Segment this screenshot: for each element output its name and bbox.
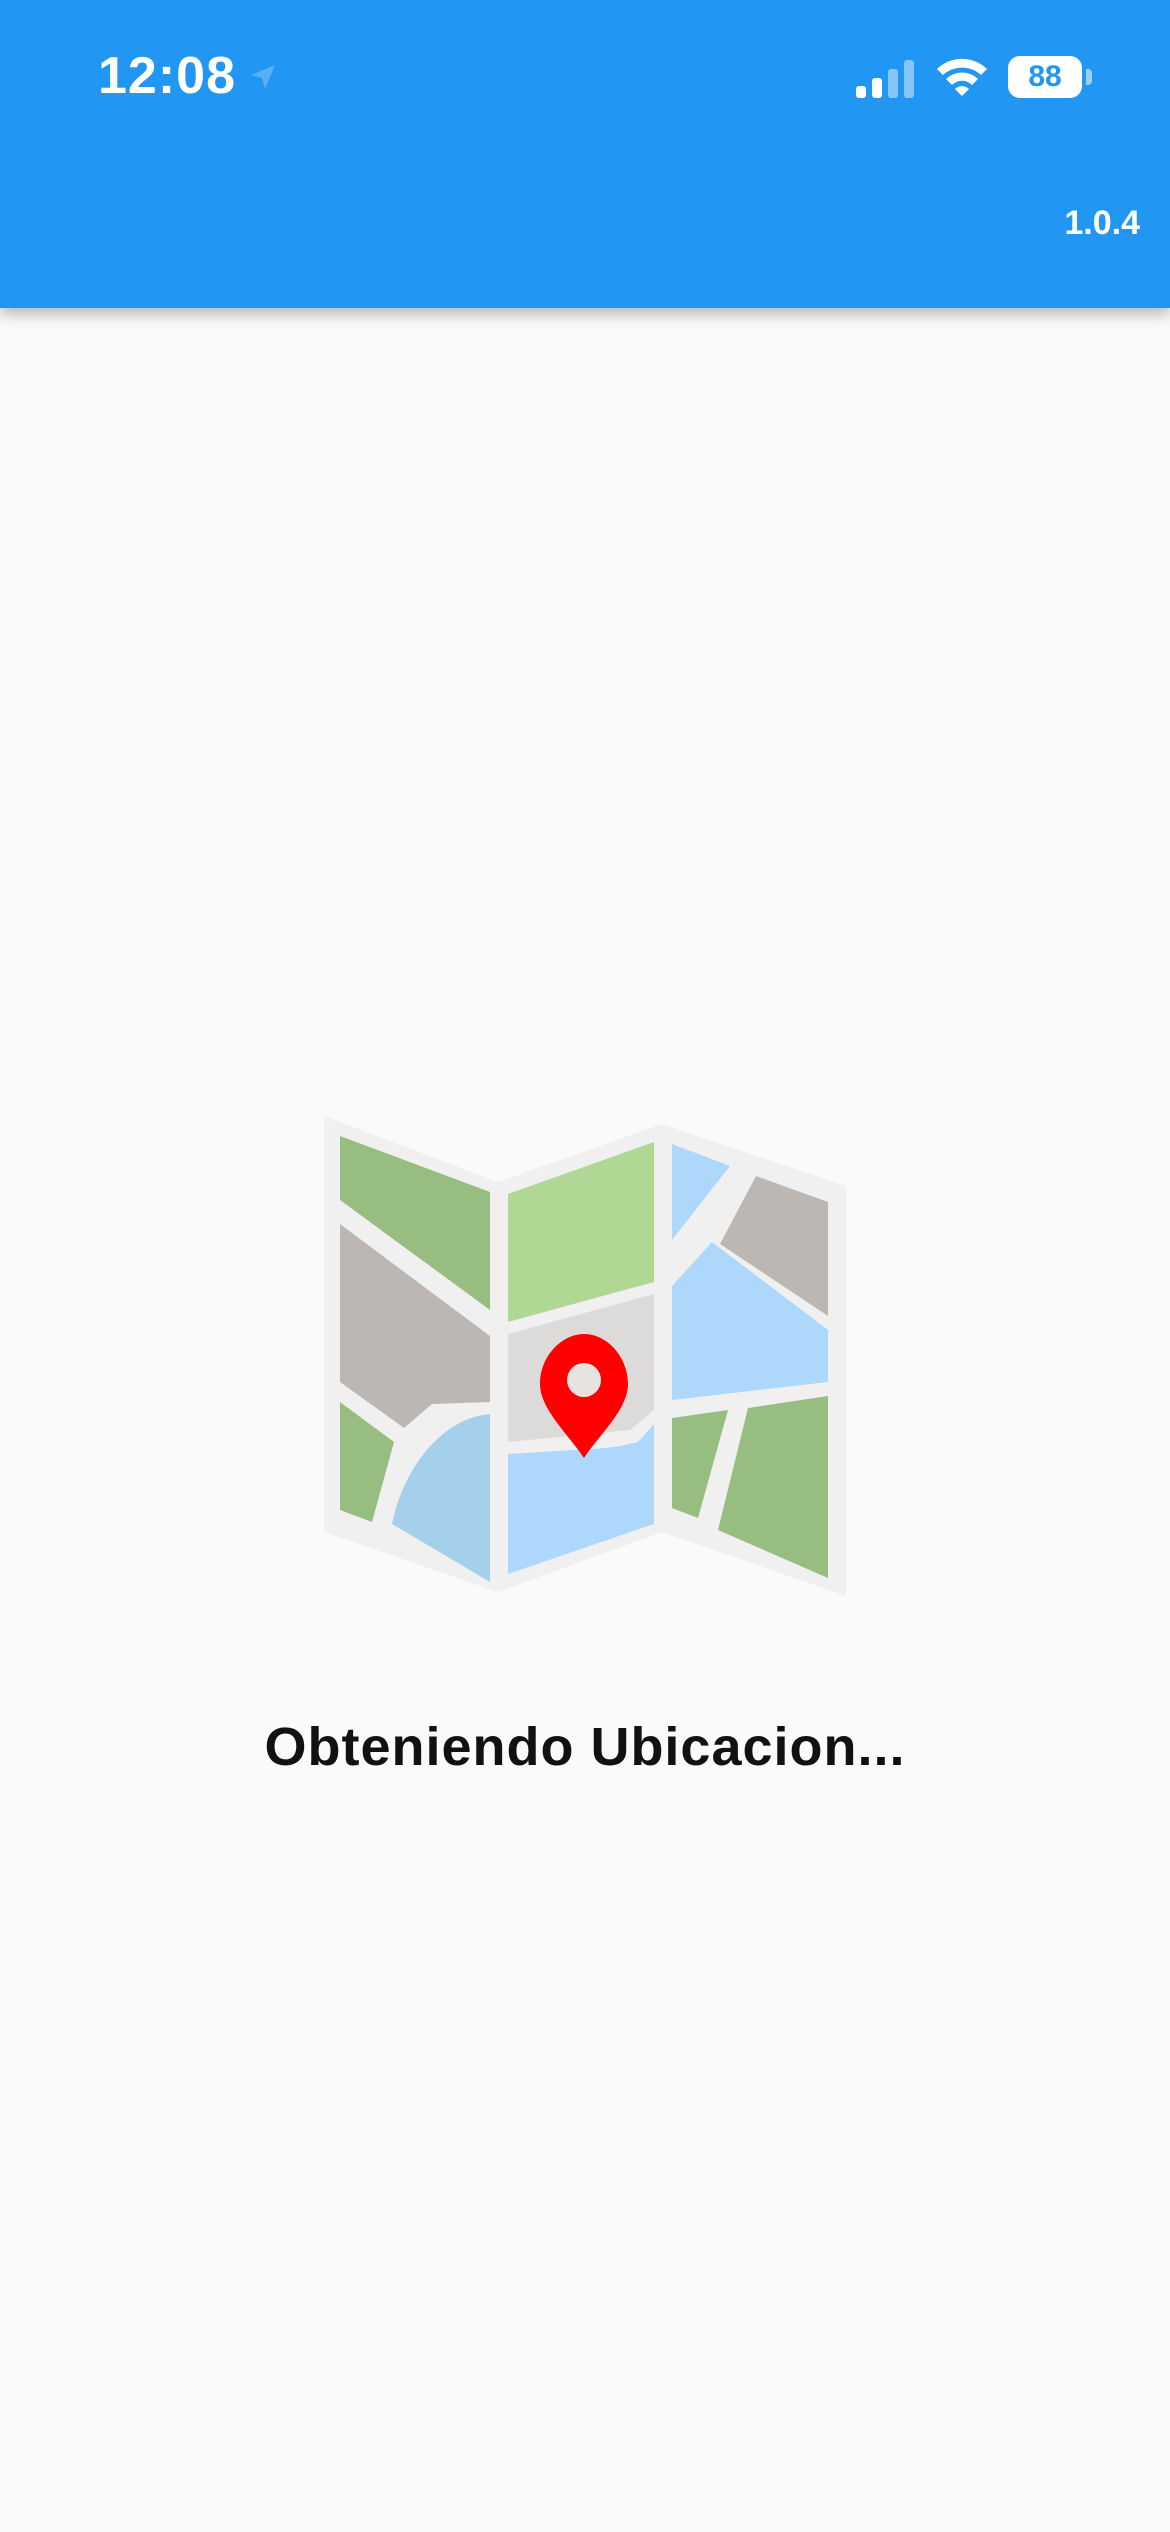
app-bar: 12:08 88 1.0.4: [0, 0, 1170, 308]
folded-map-icon: [324, 1116, 846, 1596]
battery-cap: [1086, 69, 1092, 85]
location-arrow-icon: [251, 65, 275, 89]
cellular-signal-icon: [856, 60, 914, 98]
battery-body: 88: [1008, 56, 1082, 98]
status-bar: 12:08 88: [0, 0, 1170, 150]
loading-message: Obteniendo Ubicacion...: [264, 1717, 906, 1777]
battery-level: 88: [1028, 60, 1062, 93]
battery-icon: 88: [1008, 56, 1092, 98]
wifi-icon: [937, 58, 987, 96]
app-version: 1.0.4: [1064, 204, 1140, 242]
status-time: 12:08: [98, 47, 236, 105]
